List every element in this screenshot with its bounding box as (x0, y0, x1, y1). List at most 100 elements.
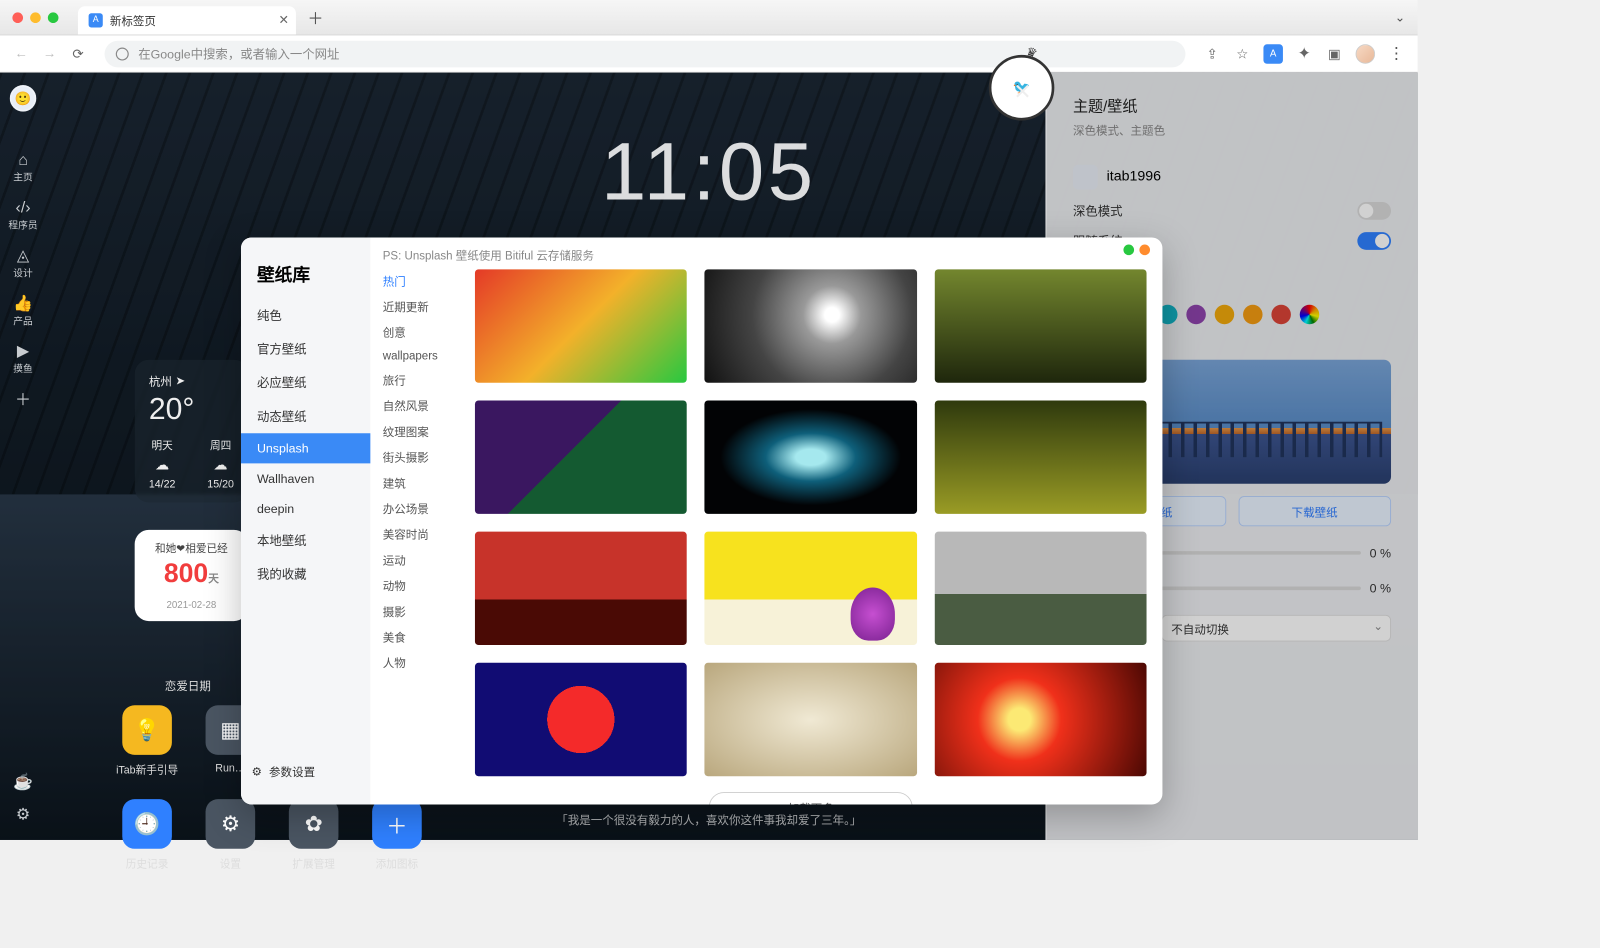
close-panel-icon[interactable]: ✕ (1013, 80, 1031, 106)
modal-ps-note: PS: Unsplash 壁纸使用 Bitiful 云存储服务 (383, 246, 594, 263)
wallpaper-thumb[interactable] (705, 532, 917, 645)
gear-icon[interactable]: ⚙ (16, 805, 30, 824)
mask-slider[interactable] (1131, 551, 1360, 555)
wallpaper-thumb[interactable] (934, 532, 1146, 645)
tag-office[interactable]: 办公场景 (377, 497, 451, 519)
cloud-icon: ☁ (207, 456, 234, 474)
footer-quote: 「我是一个很没有毅力的人，喜欢你这件事我却爱了三年。」 (556, 811, 861, 828)
lightbulb-icon: 💡 (122, 705, 172, 755)
shortcut-add[interactable]: ＋添加图标 (367, 799, 427, 871)
profile-avatar[interactable] (1356, 44, 1375, 63)
download-wallpaper-button[interactable]: 下载壁纸 (1238, 496, 1391, 526)
wallpaper-thumb[interactable] (934, 269, 1146, 382)
sidepanel-icon[interactable]: ▣ (1325, 45, 1343, 63)
extension-itab-icon[interactable]: A (1263, 44, 1282, 63)
tag-hot[interactable]: 热门 (377, 269, 451, 291)
dark-mode-toggle[interactable] (1357, 202, 1391, 220)
wallpaper-thumb[interactable] (705, 663, 917, 776)
forward-icon[interactable]: → (41, 45, 59, 63)
cat-official[interactable]: 官方壁纸 (241, 332, 370, 366)
rail-item-product[interactable]: 👍产品 (5, 289, 40, 333)
coffee-icon[interactable]: ☕ (13, 773, 33, 792)
wallpaper-thumb[interactable] (934, 663, 1146, 776)
close-window-button[interactable] (12, 12, 23, 23)
tag-sport[interactable]: 运动 (377, 548, 451, 570)
traffic-lights (12, 12, 58, 23)
tag-photo[interactable]: 摄影 (377, 600, 451, 622)
close-tab-icon[interactable]: ✕ (278, 12, 288, 27)
user-mini-avatar (1073, 165, 1098, 190)
weather-widget[interactable]: 杭州➤ 20° 明天☁14/22 周四☁15/20 (135, 360, 248, 503)
extensions-icon[interactable]: ✦ (1295, 45, 1313, 63)
wallpaper-thumb[interactable] (705, 269, 917, 382)
cat-bing[interactable]: 必应壁纸 (241, 366, 370, 400)
tag-nature[interactable]: 自然风景 (377, 394, 451, 416)
rail-add[interactable]: ＋ (5, 385, 40, 413)
gear-icon: ⚙ (206, 799, 256, 849)
menu-icon[interactable]: ⋮ (1387, 45, 1405, 63)
tag-arch[interactable]: 建筑 (377, 471, 451, 493)
window-titlebar: A 新标签页 ✕ ＋ ⌄ (0, 0, 1418, 35)
shortcut-history[interactable]: 🕘历史记录 (117, 799, 177, 871)
tab-overflow-icon[interactable]: ⌄ (1395, 10, 1405, 25)
new-tab-button[interactable]: ＋ (303, 5, 328, 30)
wallpaper-thumb[interactable] (475, 663, 687, 776)
clock: 11:05 (601, 126, 817, 219)
color-swatch[interactable] (1243, 305, 1262, 324)
reload-icon[interactable]: ⟳ (69, 45, 87, 63)
modal-title: 壁纸库 (241, 260, 370, 298)
tag-people[interactable]: 人物 (377, 651, 451, 673)
shortcut-extensions[interactable]: ✿扩展管理 (284, 799, 344, 871)
wallpaper-thumb[interactable] (934, 400, 1146, 513)
back-icon[interactable]: ← (12, 45, 30, 63)
rail-item-home[interactable]: ⌂主页 (5, 145, 40, 189)
user-avatar[interactable]: 🙂 (10, 85, 37, 112)
cat-unsplash[interactable]: Unsplash (241, 433, 370, 463)
bookmark-icon[interactable]: ☆ (1233, 45, 1251, 63)
wallpaper-grid[interactable]: 加载更多 (459, 237, 1162, 804)
home-icon: ⌂ (14, 151, 32, 169)
cat-dynamic[interactable]: 动态壁纸 (241, 400, 370, 434)
custom-color-icon[interactable] (1300, 305, 1319, 324)
rail-item-dev[interactable]: ‹/›程序员 (5, 193, 40, 237)
color-swatch[interactable] (1186, 305, 1205, 324)
modal-settings-button[interactable]: ⚙参数设置 (241, 750, 370, 792)
cat-fav[interactable]: 我的收藏 (241, 557, 370, 591)
color-swatch[interactable] (1215, 305, 1234, 324)
wallpaper-thumb[interactable] (475, 400, 687, 513)
tag-creative[interactable]: 创意 (377, 321, 451, 343)
tag-texture[interactable]: 纹理图案 (377, 420, 451, 442)
minimize-window-button[interactable] (30, 12, 41, 23)
share-icon[interactable]: ⇪ (1203, 45, 1221, 63)
browser-tab[interactable]: A 新标签页 ✕ (78, 6, 296, 34)
modal-dot-orange[interactable] (1139, 245, 1150, 256)
code-icon: ‹/› (14, 198, 32, 216)
wallpaper-thumb[interactable] (475, 532, 687, 645)
color-swatch[interactable] (1271, 305, 1290, 324)
cat-deepin[interactable]: deepin (241, 494, 370, 524)
auto-switch-select[interactable]: 不自动切换 (1162, 615, 1391, 642)
load-more-button[interactable]: 加载更多 (709, 792, 913, 804)
maximize-window-button[interactable] (48, 12, 59, 23)
tag-street[interactable]: 街头摄影 (377, 446, 451, 468)
rail-item-relax[interactable]: ▶摸鱼 (5, 337, 40, 381)
cat-local[interactable]: 本地壁纸 (241, 524, 370, 558)
cat-solid[interactable]: 纯色 (241, 299, 370, 333)
shortcut-settings[interactable]: ⚙设置 (200, 799, 260, 871)
tag-wallpapers[interactable]: wallpapers (377, 346, 451, 365)
tag-fashion[interactable]: 美容时尚 (377, 523, 451, 545)
tag-recent[interactable]: 近期更新 (377, 295, 451, 317)
shortcut-guide[interactable]: 💡iTab新手引导 (117, 705, 177, 777)
clock-icon: 🕘 (122, 799, 172, 849)
cat-wallhaven[interactable]: Wallhaven (241, 463, 370, 493)
wallpaper-thumb[interactable] (705, 400, 917, 513)
modal-dot-green[interactable] (1123, 245, 1134, 256)
tag-travel[interactable]: 旅行 (377, 369, 451, 391)
wallpaper-thumb[interactable] (475, 269, 687, 382)
tab-title: 新标签页 (110, 12, 156, 29)
love-widget[interactable]: 和她❤相爱已经 800天 2021-02-28 (135, 530, 248, 621)
follow-system-toggle[interactable] (1357, 232, 1391, 250)
rail-item-design[interactable]: ◬设计 (5, 241, 40, 285)
tag-animal[interactable]: 动物 (377, 574, 451, 596)
tag-food[interactable]: 美食 (377, 626, 451, 648)
